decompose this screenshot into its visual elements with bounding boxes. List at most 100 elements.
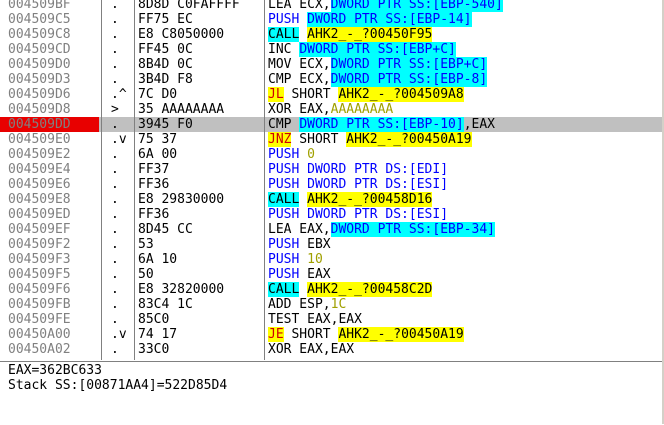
code-row[interactable]: 004509C8. E8 C8050000 CALL AHK2_-_?00450F9… [0,27,664,42]
hex-dump-cell: FF45 0C [138,42,193,57]
instruction-token [299,192,307,207]
code-row[interactable]: 004509D6 .^ 7C D0 JL SHORT AHK2_-_?004509A8 [0,87,664,102]
code-row[interactable]: 004509F6. E8 32820000 CALL AHK2_-_?00458C2… [0,282,664,297]
disassembly-cell: LEA ECX,DWORD PTR SS:[EBP-540] [268,0,503,12]
instruction-token: PUSH [268,237,300,252]
disassembly-cell: PUSH DWORD PTR DS:[EDI] [268,162,448,177]
instruction-token: SHORT [291,132,347,147]
hex-dump-cell: 85C0 [138,312,170,327]
disassembly-cell: PUSH 10 [268,252,323,267]
stack-info: Stack SS:[00871AA4]=522D85D4 [8,378,228,393]
code-row[interactable]: 00450A02. 33C0 XOR EAX,EAX [0,342,664,357]
instruction-token [299,282,307,297]
hex-dump-cell: 3945 F0 [138,117,193,132]
code-row[interactable]: 004509FE. 85C0 TEST EAX,EAX [0,312,664,327]
jump-arrow: . [111,57,119,72]
instruction-token [299,147,307,162]
instruction-token: LEA ECX, [268,0,331,12]
instruction-token: ADD ESP, [268,297,331,312]
code-row[interactable]: 004509E4. FF37 PUSH DWORD PTR DS:[EDI] [0,162,664,177]
jump-arrow: . [111,237,119,252]
hex-dump-cell: 83C4 1C [138,297,193,312]
disassembly-cell: CALL AHK2_-_?00458C2D [268,282,433,297]
hex-dump-cell: E8 32820000 [138,282,225,297]
address-cell: 004509C5 [8,12,71,27]
code-row[interactable]: 004509E8. E8 29830000 CALL AHK2_-_?00458D1… [0,192,664,207]
address-cell: 004509D6 [8,87,71,102]
code-row[interactable]: 00450A00 .v 74 17 JE SHORT AHK2_-_?00450A19 [0,327,664,342]
jump-arrow: . [111,207,119,222]
code-row[interactable]: 004509CD. FF45 0C INC DWORD PTR SS:[EBP+C] [0,42,664,57]
code-row[interactable]: 004509D3. 3B4D F8 CMP ECX,DWORD PTR SS:[EB… [0,72,664,87]
hex-dump-cell: 8D8D C0FAFFFF [138,0,240,12]
code-row[interactable]: 004509E2. 6A 00 PUSH 0 [0,147,664,162]
disassembly-cell: CMP DWORD PTR SS:[EBP-10],EAX [268,117,495,132]
code-row[interactable]: 004509C5. FF75 EC PUSH DWORD PTR SS:[EBP-1… [0,12,664,27]
disassembly-cell: INC DWORD PTR SS:[EBP+C] [268,42,456,57]
jump-arrow: . [111,192,119,207]
instruction-token [299,27,307,42]
instruction-token: JE [268,327,284,342]
hex-dump-cell: 50 [138,267,154,282]
jump-arrow: . [111,297,119,312]
address-cell: 004509DD [0,117,99,132]
address-cell: 004509F3 [8,252,71,267]
code-row[interactable]: 004509DD. 3945 F0 CMP DWORD PTR SS:[EBP-10… [0,117,664,132]
code-row[interactable]: 004509EF. 8D45 CC LEA EAX,DWORD PTR SS:[EB… [0,222,664,237]
disassembly-cell: JNZ SHORT AHK2_-_?00450A19 [268,132,472,147]
instruction-token: AHK2_-_?00458D16 [307,192,433,207]
instruction-token: PUSH [268,12,300,27]
instruction-token: ,EAX [463,117,495,132]
code-row[interactable]: 004509F5. 50 PUSH EAX [0,267,664,282]
code-row[interactable]: 004509E0 .v 75 37 JNZ SHORT AHK2_-_?00450A1… [0,132,664,147]
disassembly-cell: PUSH DWORD PTR DS:[ESI] [268,207,448,222]
instruction-token: DWORD PTR SS:[EBP-8] [330,72,488,87]
instruction-token [299,12,307,27]
hex-dump-cell: FF36 [138,177,170,192]
address-cell: 004509BF [8,0,71,12]
instruction-token: CMP [268,117,300,132]
column-divider [134,0,135,360]
instruction-token: EAX [299,267,331,282]
code-row[interactable]: 004509E6. FF36 PUSH DWORD PTR DS:[ESI] [0,177,664,192]
address-cell: 004509E0 [8,132,71,147]
instruction-token: AHK2_-_?00450F95 [307,27,433,42]
code-row[interactable]: 004509FB. 83C4 1C ADD ESP,1C [0,297,664,312]
address-cell: 004509ED [8,207,71,222]
address-cell: 004509C8 [8,27,71,42]
code-row[interactable]: 004509ED. FF36 PUSH DWORD PTR DS:[ESI] [0,207,664,222]
address-cell: 004509EF [8,222,71,237]
instruction-token: DWORD PTR SS:[EBP+C] [299,42,456,57]
code-row[interactable]: 004509F3. 6A 10 PUSH 10 [0,252,664,267]
disassembly-pane[interactable]: 004509BF. 8D8D C0FAFFFF LEA ECX,DWORD PTR … [0,0,664,360]
address-cell: 004509FE [8,312,71,327]
hex-dump-cell: FF36 [138,207,170,222]
jump-arrow: . [111,12,119,27]
instruction-token [299,252,307,267]
jump-arrow: . [111,162,119,177]
instruction-token: JL [268,87,284,102]
column-divider [264,0,265,360]
jump-arrow: . [111,282,119,297]
jump-arrow: . [111,267,119,282]
code-row[interactable]: 004509D8 >35 AAAAAAAA XOR EAX,AAAAAAAA [0,102,664,117]
instruction-token: AHK2_-_?00458C2D [307,282,433,297]
disassembly-cell: PUSH 0 [268,147,315,162]
instruction-token: EBX [299,237,331,252]
address-cell: 004509F2 [8,237,71,252]
jump-arrow: . [111,117,119,132]
address-cell: 004509E8 [8,192,71,207]
hex-dump-cell: E8 C8050000 [138,27,225,42]
hex-dump-cell: 53 [138,237,154,252]
code-row[interactable]: 004509F2. 53 PUSH EBX [0,237,664,252]
address-cell: 004509FB [8,297,71,312]
instruction-token: PUSH [268,177,300,192]
instruction-token: 0 [307,147,315,162]
disassembly-cell: CALL AHK2_-_?00458D16 [268,192,433,207]
code-row[interactable]: 004509D0. 8B4D 0C MOV ECX,DWORD PTR SS:[EB… [0,57,664,72]
jump-arrow: . [111,0,119,12]
hex-dump-cell: FF37 [138,162,170,177]
address-cell: 004509E6 [8,177,71,192]
instruction-token: PUSH [268,207,300,222]
code-row[interactable]: 004509BF. 8D8D C0FAFFFF LEA ECX,DWORD PTR … [0,0,664,12]
